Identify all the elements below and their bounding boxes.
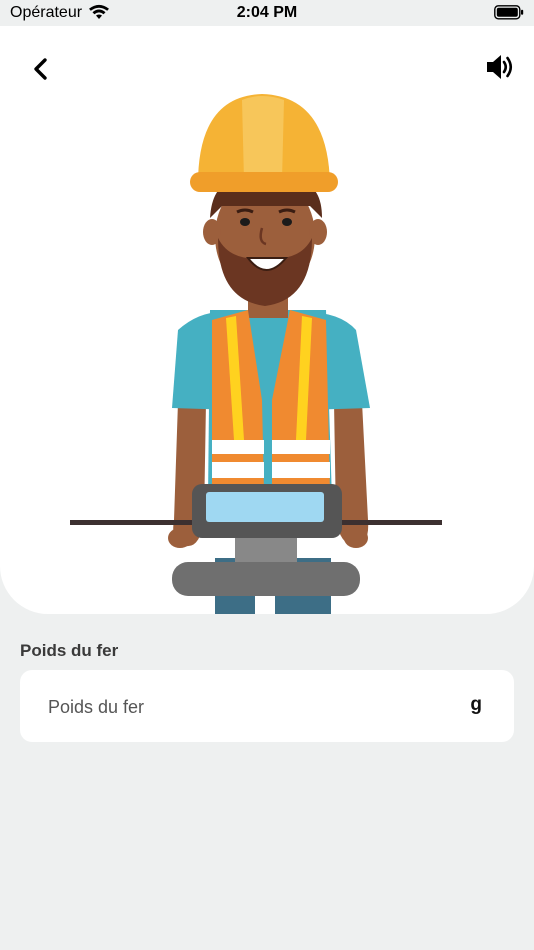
hero-card bbox=[0, 26, 534, 614]
back-button[interactable] bbox=[26, 54, 56, 84]
speaker-icon bbox=[487, 55, 513, 79]
weight-input[interactable] bbox=[46, 670, 450, 744]
status-bar: Opérateur 2:04 PM bbox=[0, 0, 534, 26]
unit-label: g bbox=[470, 694, 482, 715]
chevron-left-icon bbox=[34, 58, 47, 80]
worker-with-scale-illustration bbox=[70, 94, 442, 614]
status-time: 2:04 PM bbox=[236, 4, 298, 21]
sound-button[interactable] bbox=[484, 52, 516, 82]
weight-field: g bbox=[20, 670, 514, 744]
weight-field-label: Poids du fer bbox=[20, 641, 119, 660]
battery-icon bbox=[494, 5, 524, 25]
